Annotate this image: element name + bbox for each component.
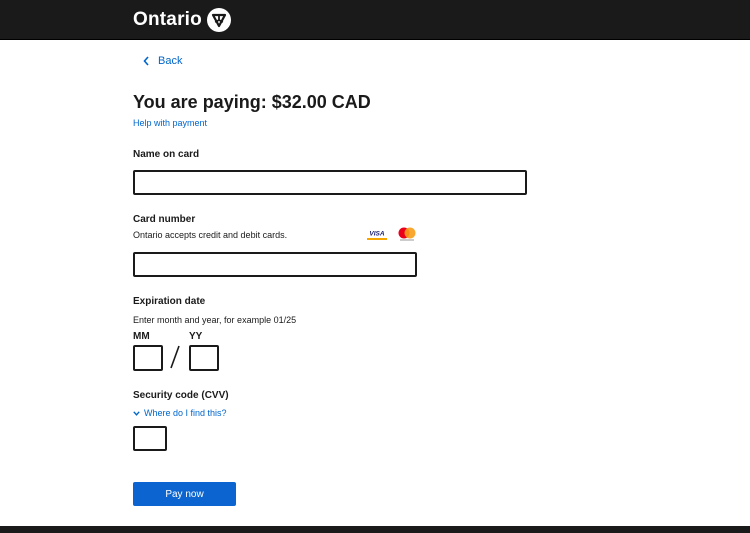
name-on-card-input[interactable] — [133, 170, 527, 195]
accepted-cards: VISA — [366, 226, 418, 242]
date-separator — [170, 345, 180, 369]
card-number-input[interactable] — [133, 252, 417, 277]
cvv-input[interactable] — [133, 426, 167, 451]
pay-now-button[interactable]: Pay now — [133, 482, 236, 506]
year-label: YY — [189, 331, 203, 342]
chevron-down-icon — [133, 410, 140, 416]
ontario-logo[interactable]: Ontario — [133, 7, 231, 33]
expiry-month-input[interactable] — [133, 345, 163, 371]
svg-text:VISA: VISA — [369, 231, 384, 238]
mastercard-icon — [398, 227, 416, 241]
card-number-hint: Ontario accepts credit and debit cards. — [133, 230, 288, 240]
back-label: Back — [158, 55, 183, 67]
expiration-date-hint: Enter month and year, for example 01/25 — [133, 315, 297, 325]
security-code-label: Security code (CVV) — [133, 390, 229, 401]
page-footer-edge — [0, 526, 750, 533]
cvv-help-toggle[interactable]: Where do I find this? — [133, 407, 227, 419]
logo-text: Ontario — [133, 9, 202, 30]
card-number-label: Card number — [133, 214, 196, 225]
expiry-year-input[interactable] — [189, 345, 219, 371]
page-title: You are paying: $32.00 CAD — [133, 92, 371, 112]
chevron-left-icon — [143, 56, 149, 66]
help-with-payment-link[interactable]: Help with payment — [133, 117, 207, 129]
expiration-date-label: Expiration date — [133, 296, 206, 307]
month-label: MM — [133, 331, 150, 342]
ontario-trillium-icon — [206, 8, 231, 32]
name-on-card-label: Name on card — [133, 149, 200, 160]
visa-icon: VISA — [366, 227, 388, 241]
site-header: Ontario — [0, 0, 750, 40]
back-link[interactable]: Back — [143, 54, 182, 68]
cvv-help-label: Where do I find this? — [144, 408, 227, 418]
